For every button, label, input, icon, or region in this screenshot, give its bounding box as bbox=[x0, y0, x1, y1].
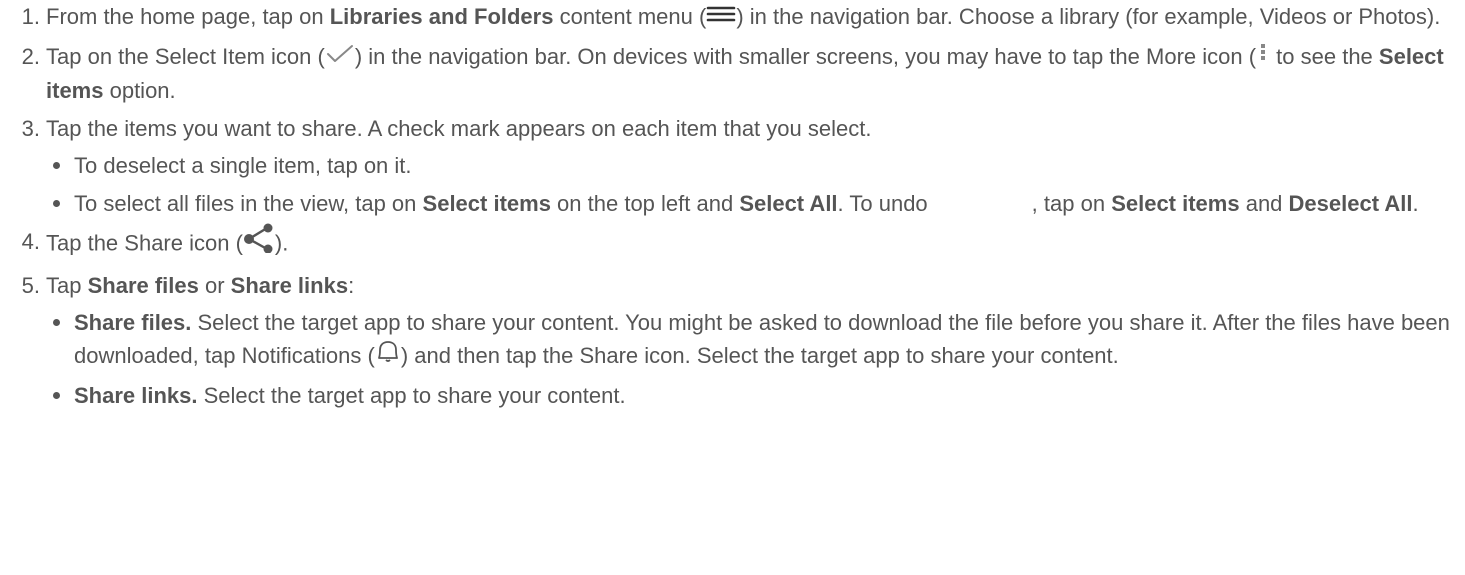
step-text: ). bbox=[274, 230, 289, 256]
step-text: content menu ( bbox=[553, 4, 707, 29]
sub-text: , tap on bbox=[1031, 191, 1112, 217]
sub-bold: Deselect All bbox=[1288, 191, 1413, 217]
sub-item: To select all files in the view, tap on … bbox=[53, 187, 1465, 220]
step-text: Tap the items you want to share. A check… bbox=[46, 116, 872, 142]
step-text: to see the bbox=[1270, 43, 1379, 69]
sub-text: on the top left and bbox=[550, 191, 740, 217]
step-text: From the home page, tap on bbox=[46, 4, 330, 29]
step-text: Tap the Share icon ( bbox=[46, 230, 243, 256]
step-text: Tap on the Select Item icon ( bbox=[46, 43, 325, 69]
more-vertical-icon bbox=[1256, 39, 1270, 72]
bullet-dot bbox=[53, 200, 60, 208]
sub-bold: Share links. bbox=[74, 383, 198, 409]
sub-text: and bbox=[1239, 191, 1289, 217]
step-text: ) in the navigation bar. Choose a librar… bbox=[736, 4, 1441, 29]
step-number: 1. bbox=[21, 4, 40, 29]
sub-text: . To undo bbox=[837, 191, 928, 217]
step-number: 3. bbox=[21, 116, 40, 142]
step-5: 5. Tap Share files or Share links: Share… bbox=[22, 269, 1465, 412]
step-bold: Libraries and Folders bbox=[329, 4, 554, 29]
sub-bold: Select items bbox=[1111, 191, 1240, 217]
step-number: 4. bbox=[21, 229, 40, 255]
step-number: 2. bbox=[21, 43, 40, 69]
step-bold: Share links bbox=[230, 273, 349, 299]
share-icon bbox=[243, 223, 275, 262]
bullet-dot bbox=[53, 162, 60, 170]
step-number: 5. bbox=[21, 273, 40, 299]
sub-item: Share files. Select the target app to sh… bbox=[53, 306, 1465, 374]
step-3: 3. Tap the items you want to share. A ch… bbox=[22, 112, 1465, 220]
sub-bold: Select items bbox=[422, 191, 551, 217]
sub-text: . bbox=[1412, 191, 1419, 217]
step-text: or bbox=[198, 273, 231, 299]
step-2: 2. Tap on the Select Item icon ( ) in the… bbox=[22, 39, 1465, 108]
step-text: Tap bbox=[46, 273, 88, 299]
sub-text: ) and then tap the Share icon. Select th… bbox=[400, 343, 1119, 369]
sub-text: To deselect a single item, tap on it. bbox=[74, 153, 412, 179]
menu-icon bbox=[706, 0, 736, 33]
sub-text: To select all files in the view, tap on bbox=[74, 191, 423, 217]
bell-icon bbox=[375, 339, 401, 372]
checkmark-icon bbox=[325, 39, 355, 72]
bullet-dot bbox=[53, 319, 60, 327]
step-text: option. bbox=[103, 78, 176, 104]
step-4: 4. Tap the Share icon (). bbox=[22, 223, 1465, 264]
steps-list: 1. From the home page, tap on Libraries … bbox=[0, 0, 1465, 412]
sub-text: Select the target app to share your cont… bbox=[197, 383, 626, 409]
sub-bold: Share files. bbox=[74, 310, 192, 336]
sub-item: To deselect a single item, tap on it. bbox=[53, 149, 1465, 182]
document: 1. From the home page, tap on Libraries … bbox=[0, 0, 1465, 575]
step-text: : bbox=[348, 273, 355, 299]
sub-list: To deselect a single item, tap on it. To… bbox=[46, 149, 1465, 220]
step-bold: Share files bbox=[87, 273, 199, 299]
step-1: 1. From the home page, tap on Libraries … bbox=[22, 0, 1465, 35]
sub-item: Share links. Select the target app to sh… bbox=[53, 379, 1465, 412]
sub-list: Share files. Select the target app to sh… bbox=[46, 306, 1465, 412]
step-text: ) in the navigation bar. On devices with… bbox=[354, 43, 1257, 69]
sub-bold: Select All bbox=[739, 191, 838, 217]
bullet-dot bbox=[53, 392, 60, 400]
